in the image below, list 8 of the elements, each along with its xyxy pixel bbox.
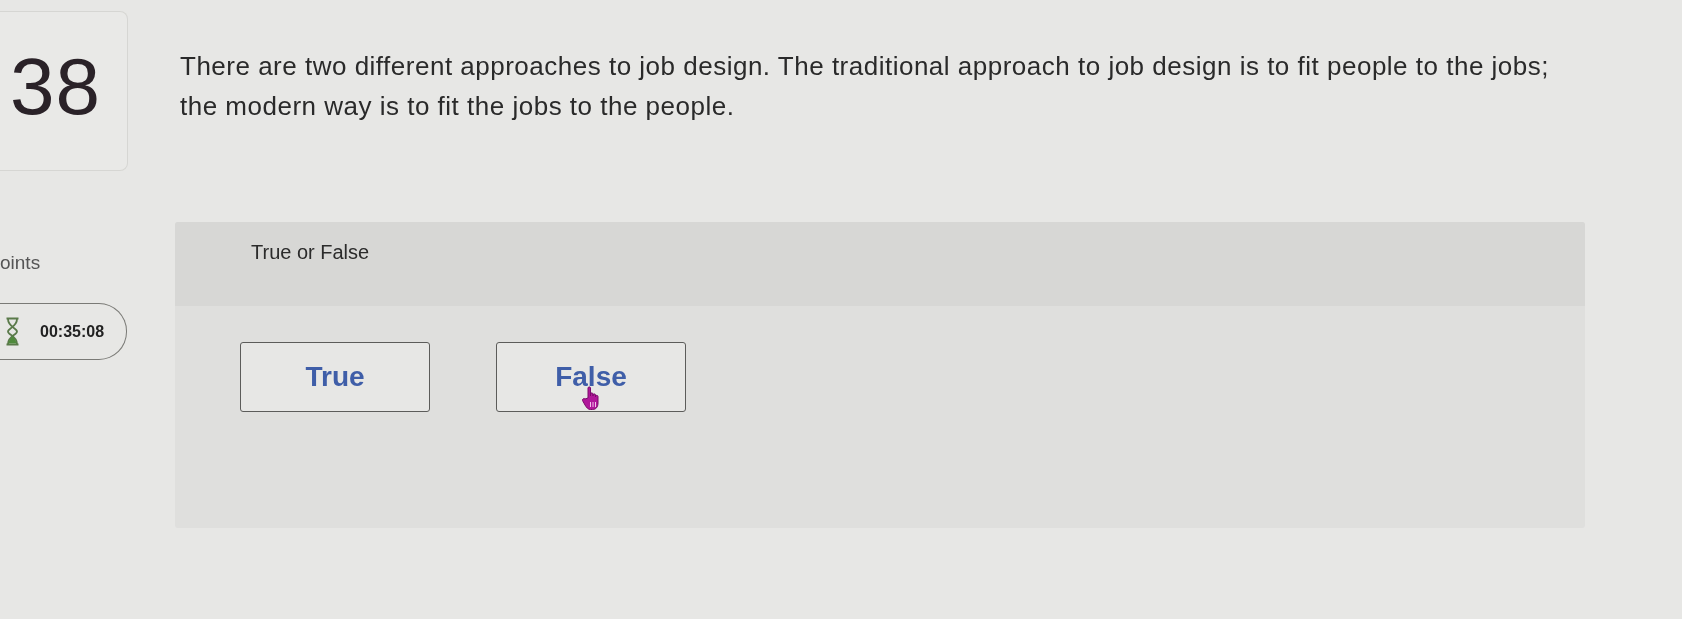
answer-option-button[interactable]: False (496, 342, 686, 412)
hourglass-icon (5, 317, 20, 346)
question-number: 38 (10, 47, 101, 127)
timer-text: 00:35:08 (40, 322, 105, 341)
answer-option-button[interactable]: True (240, 342, 430, 412)
question-text: There are two different approaches to job design. The traditional approach to job design is to fit people to the jobs; the modern way is to fit the jobs to the people. (180, 50, 1550, 123)
answer-prompt: True or False (251, 241, 370, 263)
points-label: oints (0, 252, 41, 274)
